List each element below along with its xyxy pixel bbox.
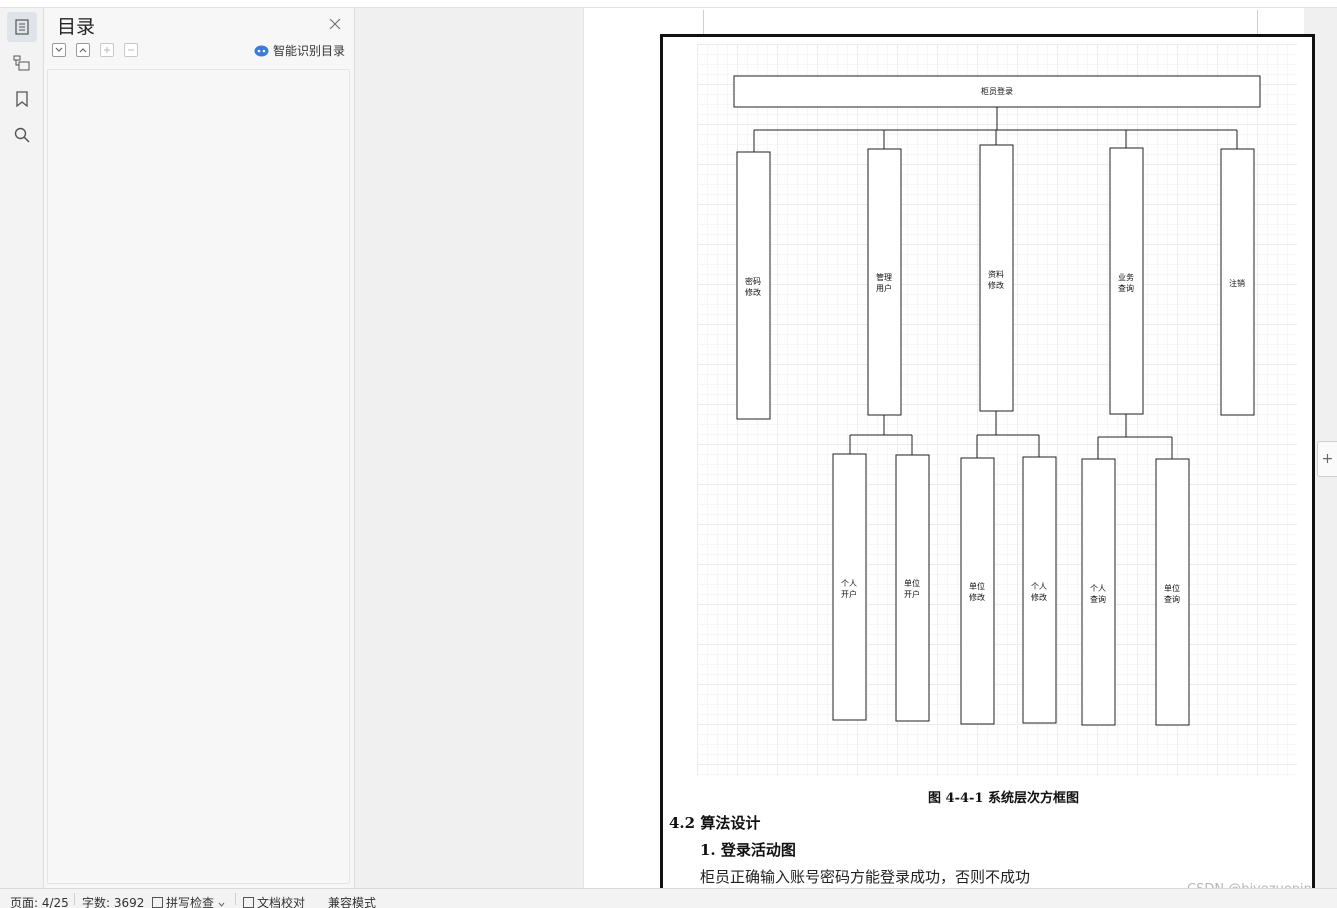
toc-list[interactable]: [47, 69, 350, 884]
proof-icon: [243, 897, 254, 908]
compat-mode-label: 兼容模式: [328, 896, 377, 908]
diagram-box-label: 修改: [745, 287, 761, 297]
diagram-box-label: 资料: [988, 269, 1004, 279]
diagram-box: [867, 148, 902, 416]
smart-toc-button[interactable]: 智能识别目录: [254, 42, 345, 59]
diagram-box: [895, 454, 930, 722]
chevron-down-icon: [218, 902, 225, 907]
diagram-box-label: 业务: [1118, 272, 1134, 282]
diagram-box-label: 个人: [1031, 582, 1047, 591]
diagram-box-label: 单位: [969, 581, 985, 591]
toc-title: 目录: [57, 16, 96, 38]
divider: [235, 893, 236, 905]
diagram-box-label: 用户: [876, 283, 892, 293]
collapse-all-icon[interactable]: [76, 43, 90, 57]
smart-toc-label: 智能识别目录: [273, 44, 346, 58]
divider: [74, 893, 75, 905]
diagram-box-label: 个人: [841, 579, 857, 588]
search-icon[interactable]: [7, 120, 37, 150]
doc-proof-button[interactable]: 文档校对: [243, 894, 305, 908]
toc-icon[interactable]: [7, 12, 37, 42]
diagram-box-label: 修改: [969, 592, 985, 602]
section-heading: 4.2 算法设计: [669, 814, 761, 832]
body-paragraph: 柜员正确输入账号密码方能登录成功，否则不成功: [700, 868, 1031, 886]
margin-mark: [703, 10, 704, 34]
diagram-box-label: 单位: [1164, 583, 1180, 593]
diagram-box-label: 修改: [1031, 592, 1047, 602]
diagram-box: [960, 457, 995, 725]
diagram-box-label: 个人: [1090, 584, 1106, 593]
close-icon[interactable]: [328, 16, 342, 30]
subsection-heading: 1. 登录活动图: [700, 841, 796, 859]
toc-toolbar: [52, 43, 138, 57]
margin-mark: [1257, 10, 1258, 34]
diagram-root-label: 柜员登录: [981, 86, 1013, 96]
diagram-box-label: 开户: [904, 589, 920, 599]
smart-cloud-icon: [254, 45, 269, 56]
expand-all-icon[interactable]: [52, 43, 66, 57]
word-count[interactable]: 字数: 3692: [82, 894, 144, 908]
diagram-box-label: 修改: [988, 280, 1004, 290]
remove-heading-icon[interactable]: [124, 43, 138, 57]
diagram-box-label: 开户: [841, 589, 857, 599]
diagram-box-label: 单位: [904, 578, 920, 588]
diagram-level2: 个人 开户 单位 开户 单位 修改 个人 修改 个人 查询 单位 查询: [832, 453, 1190, 726]
diagram-box-label: 管理: [876, 272, 892, 282]
diagram-box-label: 密码: [745, 276, 761, 286]
status-bar: 页面: 4/25 字数: 3692 拼写检查 文档校对 兼容模式: [0, 888, 1337, 908]
doc-proof-label: 文档校对: [257, 896, 306, 908]
diagram-box-label: 查询: [1118, 283, 1134, 293]
diagram-box-label: 注销: [1229, 278, 1245, 288]
add-heading-icon[interactable]: [100, 43, 114, 57]
left-icon-rail: [0, 8, 44, 888]
bookmark-icon[interactable]: [7, 84, 37, 114]
spell-check-toggle[interactable]: 拼写检查: [152, 894, 225, 908]
hierarchy-diagram: 柜员登录 密码 修改 管理 用户 资料 修改 业务 查询 注销 个人 开户 单位…: [733, 75, 1261, 726]
tab-strip: [0, 0, 1337, 8]
diagram-box-label: 查询: [1090, 594, 1106, 604]
wps-writer-window: 目录 智能识别目录 柜员登录 密码 修改 管理 用户 资料 修改 业务 查询 注…: [0, 0, 1337, 908]
nav-tree-icon[interactable]: [7, 48, 37, 78]
checkbox-icon: [152, 897, 163, 908]
spell-check-label: 拼写检查: [166, 896, 215, 908]
diagram-box-label: 查询: [1164, 594, 1180, 604]
plus-icon: +: [1321, 451, 1334, 467]
diagram-level1: 密码 修改 管理 用户 资料 修改 业务 查询 注销: [736, 144, 1255, 420]
figure-caption: 图 4-4-1 系统层次方框图: [928, 791, 1079, 806]
add-panel-button[interactable]: +: [1317, 441, 1337, 477]
page-indicator[interactable]: 页面: 4/25: [10, 894, 69, 908]
toc-panel: 目录 智能识别目录: [44, 8, 355, 888]
